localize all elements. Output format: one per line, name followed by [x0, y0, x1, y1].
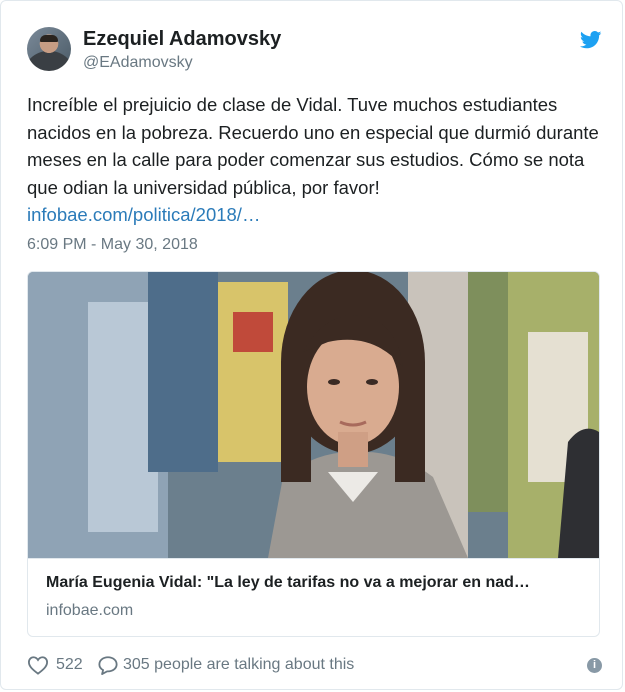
tweet-text: Increíble el prejuicio de clase de Vidal… — [27, 91, 602, 229]
card-title[interactable]: María Eugenia Vidal: "La ley de tarifas … — [46, 573, 586, 593]
card-photo — [28, 272, 599, 558]
tweet-actions: 522 305 people are talking about this i — [27, 653, 602, 677]
talking-count[interactable]: 305 people are talking about this — [123, 655, 354, 675]
author-name[interactable]: Ezequiel Adamovsky — [83, 27, 281, 51]
heart-icon[interactable] — [27, 655, 49, 675]
info-icon[interactable]: i — [587, 658, 602, 673]
twitter-bird-icon[interactable] — [580, 31, 602, 49]
card-domain: infobae.com — [46, 602, 134, 619]
tweet-link[interactable]: infobae.com/politica/2018/… — [27, 204, 260, 225]
avatar[interactable] — [27, 27, 71, 71]
tweet-header: Ezequiel Adamovsky @EAdamovsky — [27, 27, 602, 75]
card-body: María Eugenia Vidal: "La ley de tarifas … — [28, 558, 599, 636]
tweet-timestamp[interactable]: 6:09 PM - May 30, 2018 — [27, 235, 198, 255]
embedded-tweet: Ezequiel Adamovsky @EAdamovsky Increíble… — [0, 0, 623, 690]
like-count[interactable]: 522 — [56, 655, 83, 675]
author-handle[interactable]: @EAdamovsky — [83, 53, 193, 73]
link-card[interactable]: María Eugenia Vidal: "La ley de tarifas … — [27, 271, 600, 637]
tweet-body: Increíble el prejuicio de clase de Vidal… — [27, 94, 599, 198]
speech-bubble-icon[interactable] — [97, 655, 119, 675]
